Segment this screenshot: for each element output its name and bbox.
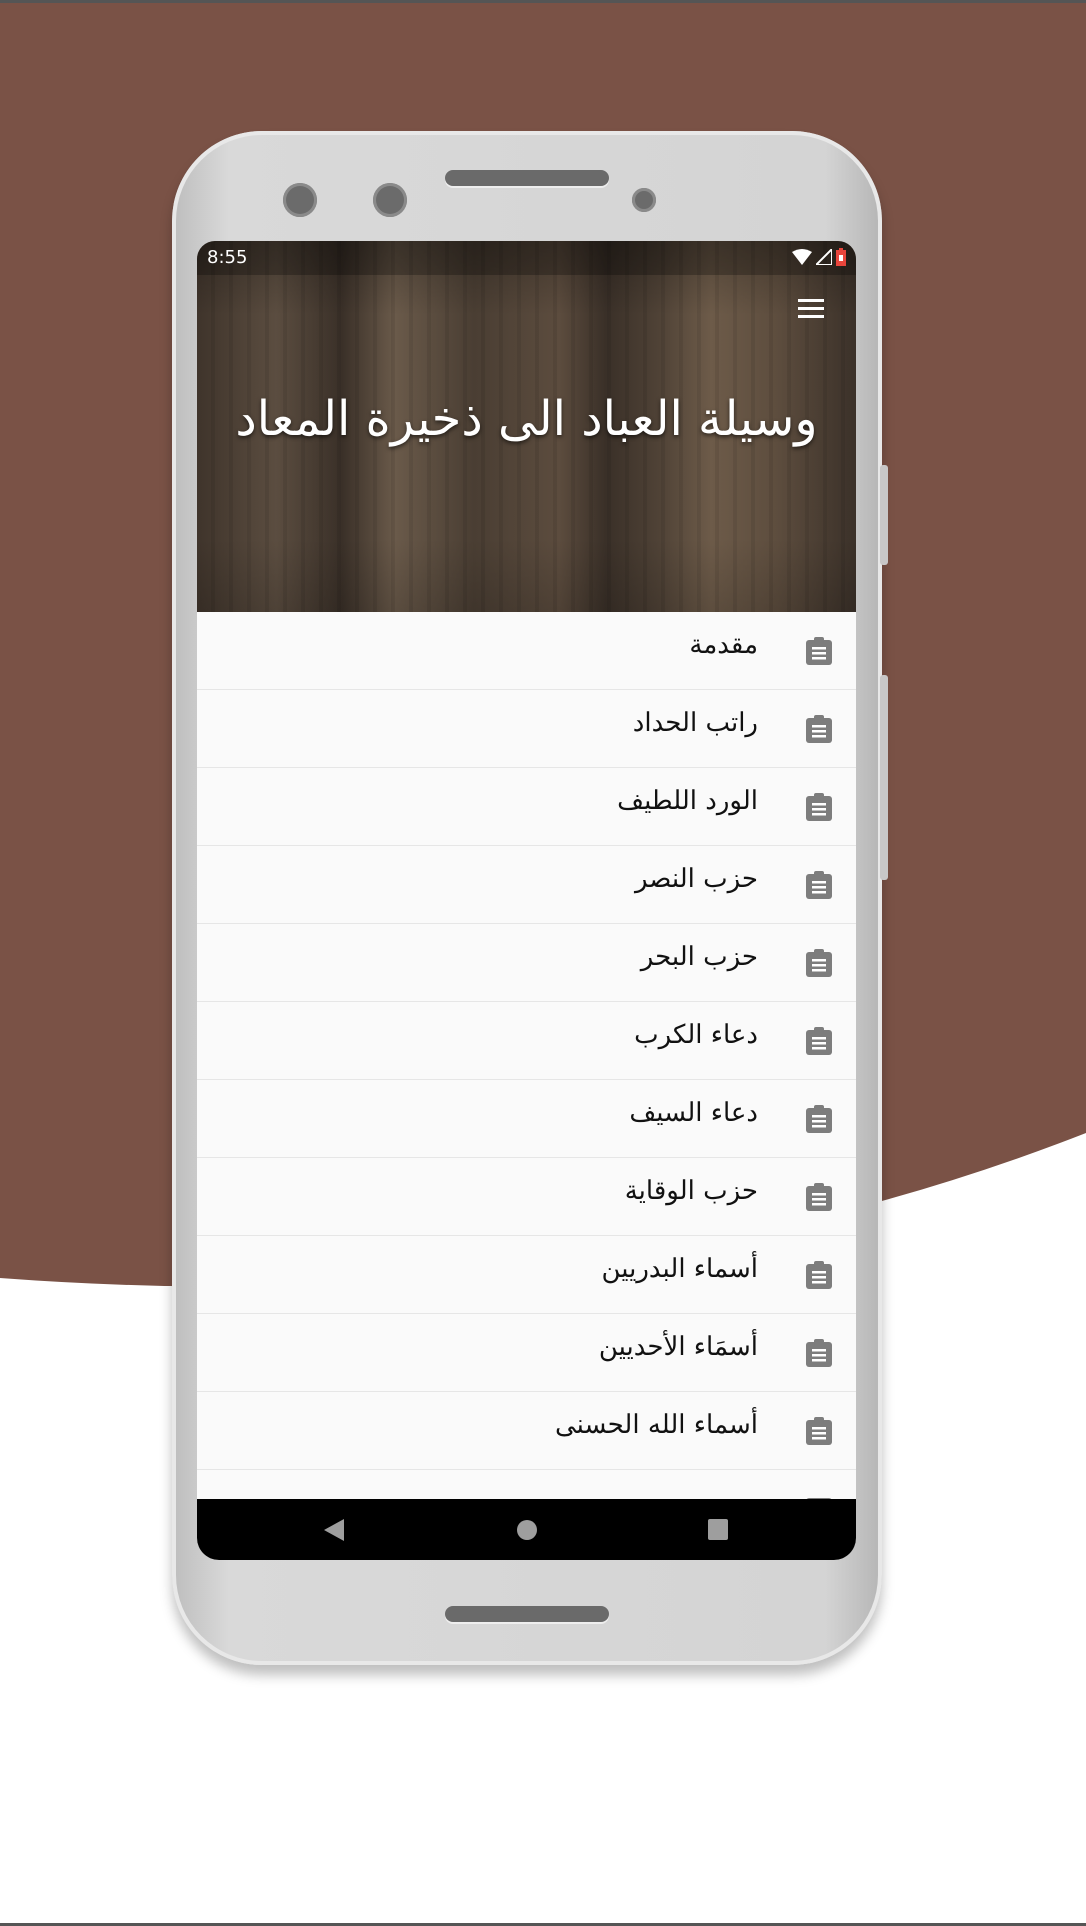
clipboard-icon: [806, 1027, 832, 1055]
list-item-label: أسماء الله الحسنى: [554, 1410, 758, 1440]
clipboard-icon: [806, 637, 832, 665]
list-item[interactable]: حزب النصر: [197, 846, 856, 924]
clipboard-icon: [806, 949, 832, 977]
chapter-list: مقدمة راتب الحداد الورد اللطيف حزب النصر حزب…: [197, 612, 856, 1548]
app-title: وسيلة العباد الى ذخيرة المعاد: [235, 391, 818, 447]
proximity-sensor: [632, 188, 656, 212]
list-item[interactable]: حزب الوقاية: [197, 1158, 856, 1236]
top-speaker: [445, 170, 609, 186]
list-item[interactable]: دعاء السيف: [197, 1080, 856, 1158]
list-item[interactable]: أسماء الله الحسنى: [197, 1392, 856, 1470]
list-item-label: دعاء السيف: [629, 1098, 758, 1128]
list-item-label: أسماء البدريين: [601, 1254, 758, 1284]
front-camera: [283, 183, 317, 217]
recents-icon[interactable]: [708, 1519, 728, 1541]
wifi-icon: [792, 249, 812, 265]
list-item[interactable]: دعاء الكرب: [197, 1002, 856, 1080]
clipboard-icon: [806, 1339, 832, 1367]
list-item[interactable]: الورد اللطيف: [197, 768, 856, 846]
app-screen: 8:55 وسيلة العباد الى ذخيرة المعاد مقدمة…: [197, 241, 856, 1560]
list-item-label: حزب النصر: [634, 864, 758, 894]
clipboard-icon: [806, 1261, 832, 1289]
clipboard-icon: [806, 715, 832, 743]
sensor: [373, 183, 407, 217]
list-item-label: دعاء الكرب: [634, 1020, 758, 1050]
bottom-speaker: [445, 1606, 609, 1622]
home-icon[interactable]: [516, 1519, 538, 1541]
status-bar: 8:55: [197, 241, 856, 275]
list-item-label: أسمَاء الأحديين: [598, 1332, 758, 1362]
signal-icon: [816, 249, 832, 265]
list-item[interactable]: مقدمة: [197, 612, 856, 690]
navigation-bar: [197, 1499, 856, 1560]
list-item-label: حزب الوقاية: [624, 1176, 758, 1206]
list-item[interactable]: أسمَاء الأحديين: [197, 1314, 856, 1392]
status-time: 8:55: [207, 247, 248, 268]
clipboard-icon: [806, 793, 832, 821]
clipboard-icon: [806, 1417, 832, 1445]
clipboard-icon: [806, 1183, 832, 1211]
list-item-label: راتب الحداد: [632, 708, 758, 738]
list-item-label: الورد اللطيف: [617, 786, 758, 816]
back-icon[interactable]: [324, 1519, 344, 1541]
list-item[interactable]: راتب الحداد: [197, 690, 856, 768]
list-item-label: حزب البحر: [640, 942, 758, 972]
battery-icon: [836, 248, 846, 266]
list-item-label: مقدمة: [689, 630, 758, 660]
power-button: [880, 675, 888, 880]
list-item[interactable]: حزب البحر: [197, 924, 856, 1002]
clipboard-icon: [806, 1105, 832, 1133]
volume-button: [880, 465, 888, 565]
clipboard-icon: [806, 871, 832, 899]
hamburger-menu-icon[interactable]: [798, 299, 824, 319]
list-item[interactable]: أسماء البدريين: [197, 1236, 856, 1314]
